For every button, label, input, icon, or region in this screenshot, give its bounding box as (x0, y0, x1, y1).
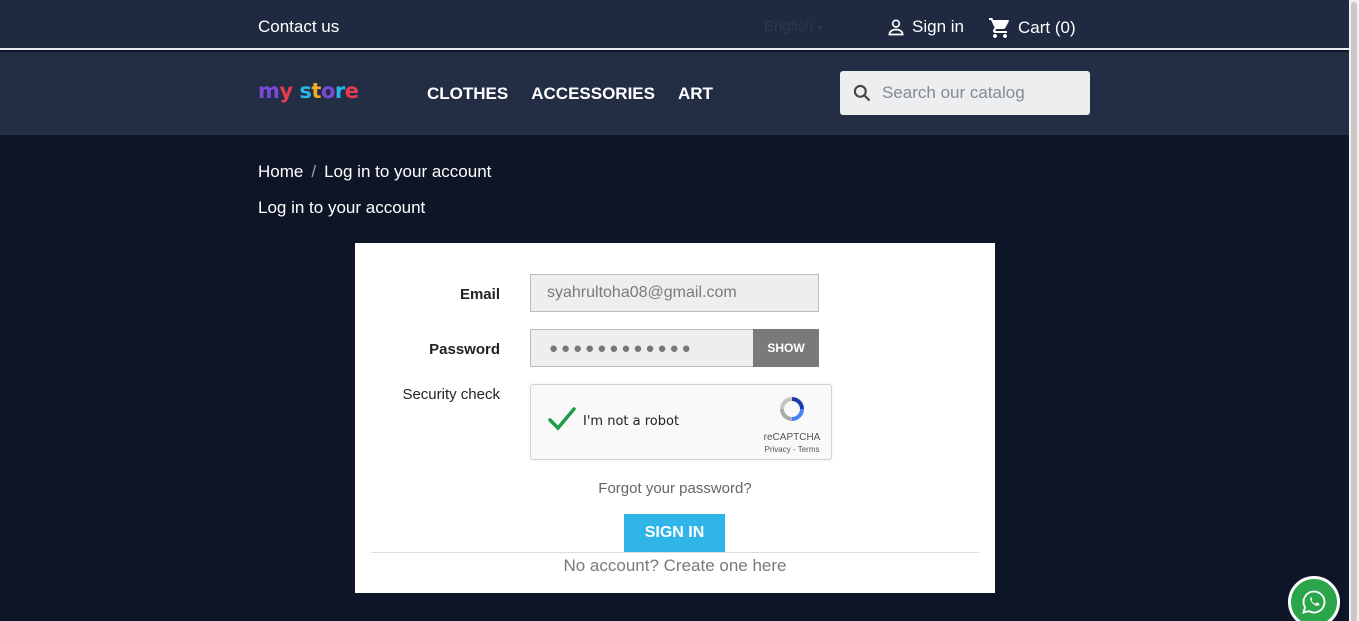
language-label: English (764, 18, 814, 35)
password-field[interactable]: ●●●●●●●●●●●● (530, 329, 753, 367)
recaptcha-icon (780, 397, 804, 421)
recaptcha-logo: reCAPTCHA Privacy - Terms (757, 393, 827, 454)
user-icon (888, 19, 904, 36)
whatsapp-icon[interactable] (1288, 576, 1340, 621)
scrollbar-thumb[interactable] (1351, 2, 1357, 621)
recaptcha-brand: reCAPTCHA (763, 432, 821, 443)
login-form: Email Password ●●●●●●●●●●●● SHOW Securit… (355, 243, 995, 593)
menu-item-art[interactable]: ART (678, 84, 713, 104)
store-logo[interactable]: my store (258, 79, 359, 103)
checkmark-icon[interactable] (547, 405, 577, 433)
breadcrumb-current[interactable]: Log in to your account (324, 162, 491, 181)
search-box (840, 71, 1090, 115)
breadcrumb-separator: / (311, 162, 317, 181)
shopping-cart-icon (989, 18, 1009, 38)
menu-item-clothes[interactable]: CLOTHES (427, 84, 508, 104)
breadcrumb: Home / Log in to your account (258, 162, 491, 182)
search-input[interactable] (882, 83, 1082, 103)
chevron-down-icon: ▾ (817, 23, 823, 34)
forgot-password-link[interactable]: Forgot your password? (355, 480, 995, 497)
cart-link[interactable]: Cart (0) (988, 16, 1076, 40)
category-menu: CLOTHES ACCESSORIES ART (427, 84, 713, 104)
main-nav: my store CLOTHES ACCESSORIES ART (0, 52, 1349, 135)
scrollbar[interactable] (1349, 0, 1359, 621)
breadcrumb-home[interactable]: Home (258, 162, 303, 181)
language-selector[interactable]: English ▾ (764, 18, 822, 35)
password-group: ●●●●●●●●●●●● SHOW (530, 329, 819, 367)
sign-in-link[interactable]: Sign in (886, 17, 964, 37)
sign-in-button[interactable]: SIGN IN (624, 514, 725, 552)
recaptcha-widget: I'm not a robot reCAPTCHA Privacy - Term… (530, 384, 832, 460)
cart-label: Cart (0) (1018, 18, 1076, 37)
search-icon[interactable] (852, 83, 872, 103)
security-check-label: Security check (402, 386, 500, 403)
contact-us-link[interactable]: Contact us (258, 17, 339, 37)
email-field[interactable] (530, 274, 819, 312)
recaptcha-links[interactable]: Privacy - Terms (757, 445, 827, 454)
captcha-text: I'm not a robot (583, 414, 680, 429)
page-title: Log in to your account (258, 198, 426, 217)
top-bar: Contact us English ▾ Sign in Cart (0) (0, 0, 1349, 50)
divider (371, 552, 979, 553)
create-account-link[interactable]: No account? Create one here (355, 556, 995, 576)
show-password-button[interactable]: SHOW (753, 329, 819, 367)
sign-in-label: Sign in (912, 17, 964, 36)
menu-item-accessories[interactable]: ACCESSORIES (531, 84, 655, 104)
email-label: Email (459, 286, 500, 303)
password-label: Password (429, 341, 500, 358)
